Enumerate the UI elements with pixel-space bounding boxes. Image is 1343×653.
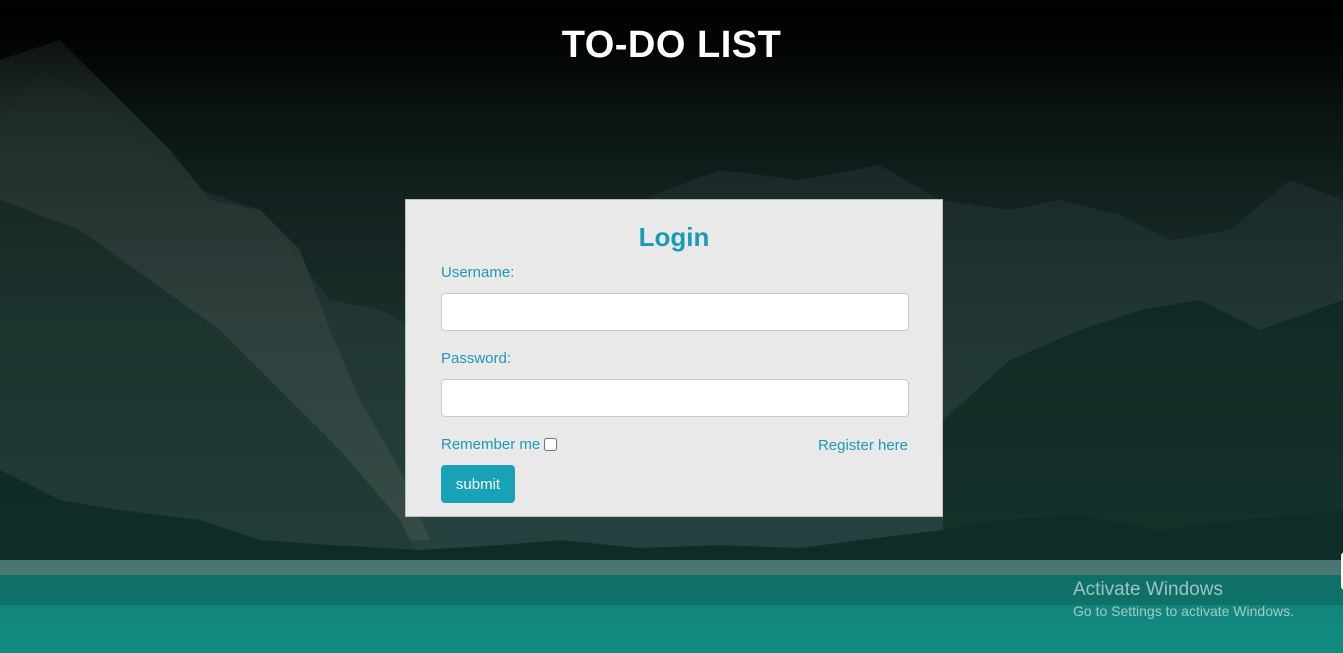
remember-me-group: Remember me <box>441 436 558 453</box>
username-input[interactable] <box>441 293 909 331</box>
submit-button[interactable]: submit <box>441 465 515 503</box>
register-link[interactable]: Register here <box>818 437 908 454</box>
remember-me-label: Remember me <box>441 436 541 453</box>
password-label: Password: <box>441 350 512 367</box>
username-label: Username: <box>441 264 515 281</box>
page-title: TO-DO LIST <box>561 24 782 66</box>
password-input[interactable] <box>441 379 909 417</box>
remember-me-checkbox[interactable] <box>544 438 558 451</box>
activate-windows-watermark: Activate Windows Go to Settings to activ… <box>1073 579 1294 619</box>
page-background: TO-DO LIST Login Username: Password: Rem… <box>0 0 1343 653</box>
login-heading: Login <box>638 222 710 252</box>
watermark-subtitle: Go to Settings to activate Windows. <box>1073 603 1294 619</box>
watermark-title: Activate Windows <box>1073 579 1223 600</box>
login-form: Login Username: Password: Remember me Re… <box>405 199 943 517</box>
